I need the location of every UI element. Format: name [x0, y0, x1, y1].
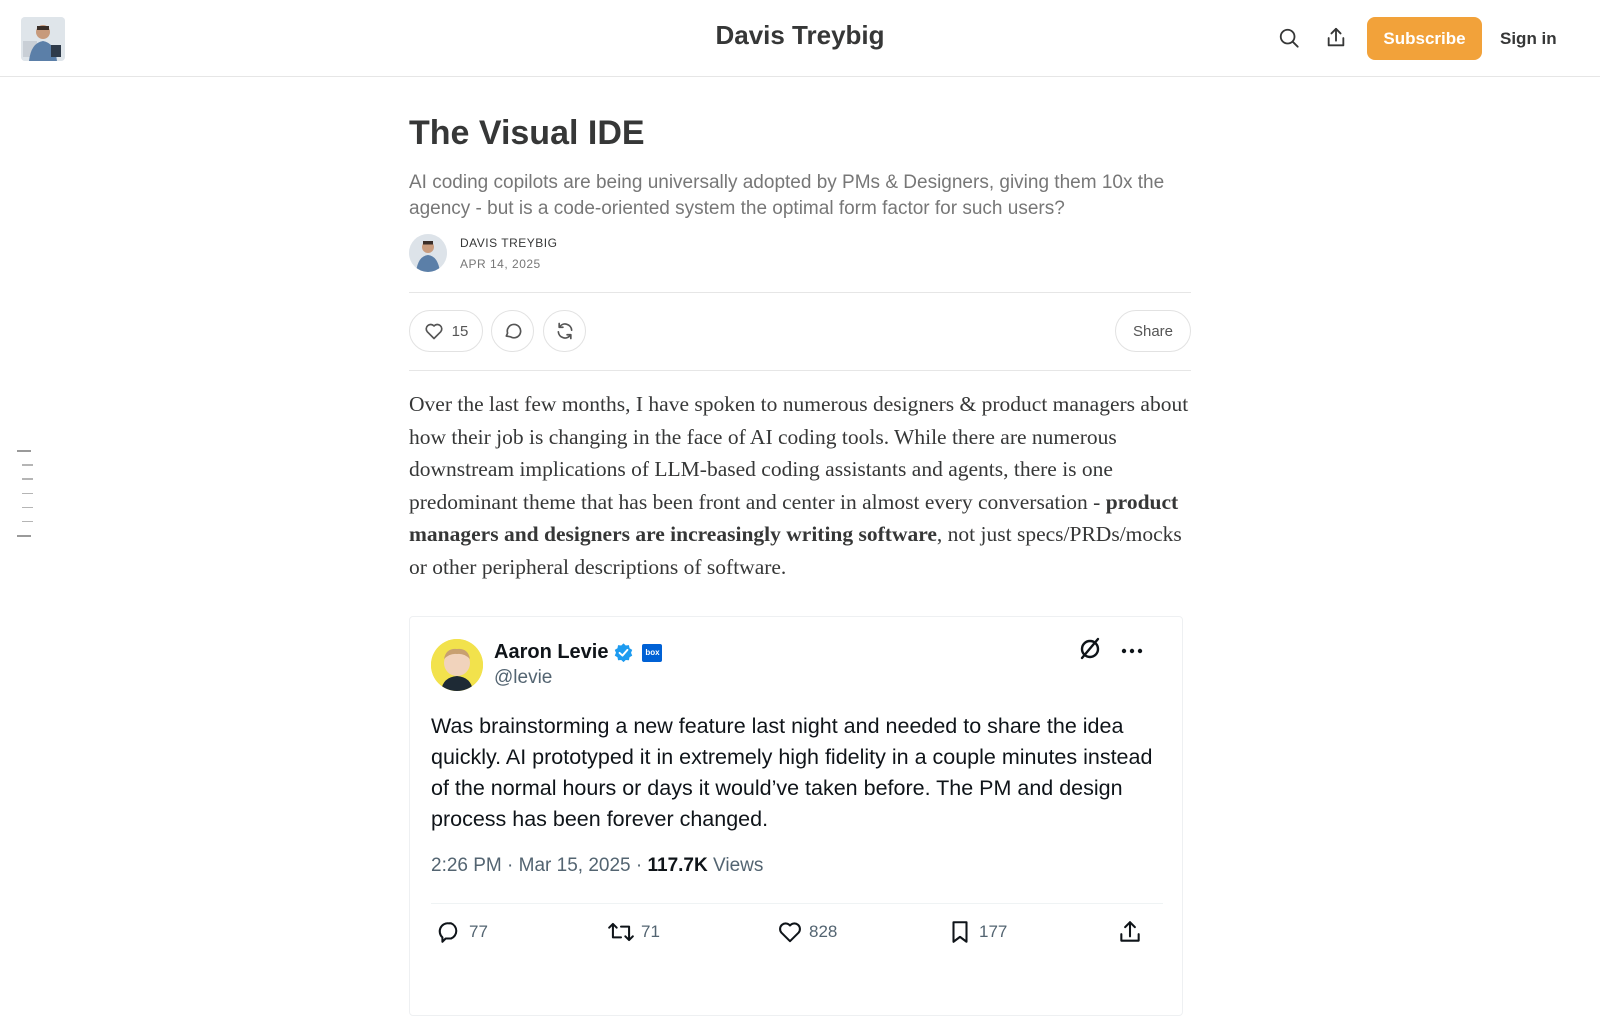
- box-affiliation-badge: box: [642, 643, 663, 662]
- toc-line[interactable]: [22, 506, 33, 509]
- toc-line[interactable]: [22, 492, 33, 495]
- tweet-reply-button[interactable]: 77: [437, 919, 488, 945]
- share-label: Share: [1132, 322, 1174, 340]
- sign-in-link[interactable]: Sign in: [1500, 17, 1557, 60]
- tweet-retweet-button[interactable]: 71: [607, 919, 660, 945]
- divider: [431, 903, 1163, 904]
- publication-logo[interactable]: [21, 17, 65, 61]
- comment-icon: [505, 323, 521, 339]
- share-button[interactable]: Share: [1115, 310, 1191, 352]
- article: The Visual IDE AI coding copilots are be…: [409, 108, 1191, 579]
- retweet-icon: [608, 922, 634, 942]
- divider: [409, 292, 1191, 293]
- comment-button[interactable]: [491, 310, 534, 352]
- toc-line[interactable]: [22, 520, 33, 523]
- toc-line[interactable]: [22, 478, 33, 480]
- reply-count: 77: [469, 922, 488, 941]
- like-count: 15: [451, 322, 469, 340]
- post-date: APR 14, 2025: [460, 257, 541, 271]
- like-button[interactable]: 15: [409, 310, 483, 352]
- verified-badge-icon: [615, 643, 633, 663]
- publication-title[interactable]: Davis Treybig: [715, 20, 884, 50]
- tweet-text: Was brainstorming a new feature last nig…: [431, 714, 1153, 831]
- more-options-icon[interactable]: [1120, 643, 1144, 654]
- heart-icon: [425, 323, 443, 340]
- toc-line[interactable]: [17, 450, 31, 452]
- tweet-author-avatar[interactable]: [431, 639, 483, 691]
- body-text-intro: Over the last few months, I have spoken …: [409, 392, 1189, 514]
- search-icon[interactable]: [1272, 21, 1306, 55]
- retweet-count: 71: [641, 922, 660, 941]
- post-body-paragraph: Over the last few months, I have spoken …: [409, 388, 1191, 583]
- reply-icon: [438, 922, 458, 943]
- tweet-views-label: Views: [707, 855, 764, 876]
- table-of-contents-indicator[interactable]: [17, 450, 33, 549]
- subscribe-button[interactable]: Subscribe: [1367, 17, 1482, 60]
- toc-line[interactable]: [22, 464, 33, 466]
- top-bar: Davis Treybig Subscribe Sign in: [0, 0, 1600, 77]
- post-title: The Visual IDE: [409, 114, 645, 152]
- tweet-share-button[interactable]: [1117, 919, 1143, 945]
- tweet-views-count: 117.7K: [647, 855, 708, 876]
- bookmark-icon: [952, 921, 968, 943]
- share-upload-icon[interactable]: [1319, 21, 1353, 55]
- restack-icon: [557, 322, 572, 340]
- tweet-author-handle[interactable]: @levie: [494, 667, 552, 689]
- author-avatar[interactable]: [409, 234, 447, 272]
- divider: [409, 370, 1191, 371]
- share-upload-icon: [1120, 921, 1140, 942]
- tweet-author-name-text: Aaron Levie: [494, 641, 609, 663]
- like-count: 828: [809, 922, 838, 941]
- tweet-author-name[interactable]: Aaron Levie box: [494, 641, 663, 664]
- post-subtitle: AI coding copilots are being universally…: [409, 172, 1165, 219]
- author-name[interactable]: DAVIS TREYBIG: [460, 236, 557, 250]
- restack-button[interactable]: [543, 310, 586, 352]
- tweet-timestamp[interactable]: 2:26 PM · Mar 15, 2025 ·: [431, 855, 648, 876]
- tweet-meta: 2:26 PM · Mar 15, 2025 · 117.7K Views: [431, 855, 763, 877]
- toc-line[interactable]: [17, 535, 31, 537]
- tweet-like-button[interactable]: 828: [777, 919, 837, 945]
- heart-icon: [779, 922, 801, 943]
- tweet-bookmark-button[interactable]: 177: [947, 919, 1007, 945]
- x-logo-icon[interactable]: [1077, 635, 1103, 661]
- bookmark-count: 177: [979, 922, 1008, 941]
- embedded-tweet[interactable]: Aaron Levie box @levie Was brainstorming…: [409, 616, 1183, 1016]
